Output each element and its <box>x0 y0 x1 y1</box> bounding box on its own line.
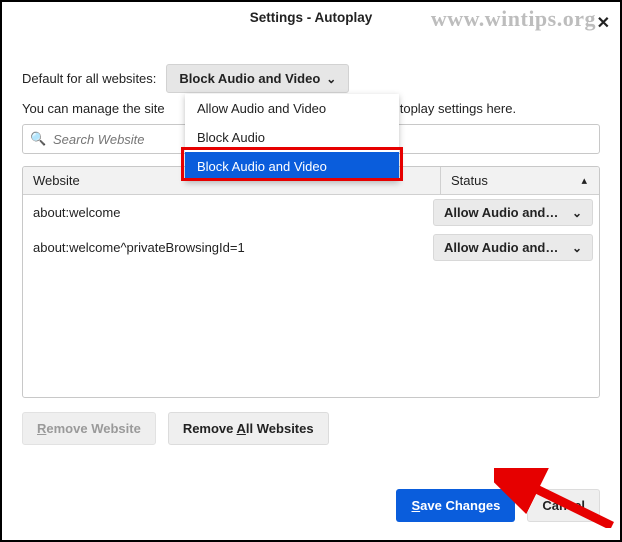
menu-item-block-audio-video[interactable]: Block Audio and Video <box>185 152 399 181</box>
column-header-status-label: Status <box>451 173 488 188</box>
default-for-all-label: Default for all websites: <box>22 71 156 86</box>
manage-desc-prefix: You can manage the site <box>22 101 165 116</box>
remove-all-rest: ll Websites <box>246 421 314 436</box>
chevron-down-icon: ⌄ <box>572 206 582 220</box>
save-changes-rest: ave Changes <box>420 498 500 513</box>
remove-website-button: Remove Website <box>22 412 156 445</box>
remove-website-rest: emove Website <box>46 421 140 436</box>
cancel-button[interactable]: Cancel <box>527 489 600 522</box>
save-changes-button[interactable]: Save Changes <box>396 489 515 522</box>
menu-item-allow-audio-video[interactable]: Allow Audio and Video <box>185 94 399 123</box>
column-header-status[interactable]: Status ▴ <box>441 167 599 194</box>
website-cell: about:welcome <box>33 199 433 226</box>
chevron-down-icon: ⌄ <box>572 241 582 255</box>
menu-item-block-audio[interactable]: Block Audio <box>185 123 399 152</box>
status-dropdown[interactable]: Allow Audio and… ⌄ <box>433 234 593 261</box>
status-label: Allow Audio and… <box>444 205 558 220</box>
search-icon: 🔍 <box>30 131 46 147</box>
sort-ascending-icon: ▴ <box>581 174 589 187</box>
default-autoplay-menu[interactable]: Allow Audio and Video Block Audio Block … <box>185 94 399 181</box>
close-icon[interactable]: ✕ <box>597 8 610 40</box>
dialog-title: Settings - Autoplay <box>250 10 373 25</box>
dropdown-selected-label: Block Audio and Video <box>179 71 320 86</box>
exceptions-table: Website Status ▴ about:welcome Allow Aud… <box>22 166 600 398</box>
status-dropdown[interactable]: Allow Audio and… ⌄ <box>433 199 593 226</box>
remove-all-websites-button[interactable]: Remove All Websites <box>168 412 329 445</box>
table-row[interactable]: about:welcome^privateBrowsingId=1 Allow … <box>23 230 599 265</box>
table-row[interactable]: about:welcome Allow Audio and… ⌄ <box>23 195 599 230</box>
default-autoplay-dropdown[interactable]: Block Audio and Video ⌄ <box>166 64 349 93</box>
website-cell: about:welcome^privateBrowsingId=1 <box>33 234 433 261</box>
dialog-titlebar: Settings - Autoplay ✕ <box>2 2 620 34</box>
chevron-down-icon: ⌄ <box>326 72 336 86</box>
status-label: Allow Audio and… <box>444 240 558 255</box>
